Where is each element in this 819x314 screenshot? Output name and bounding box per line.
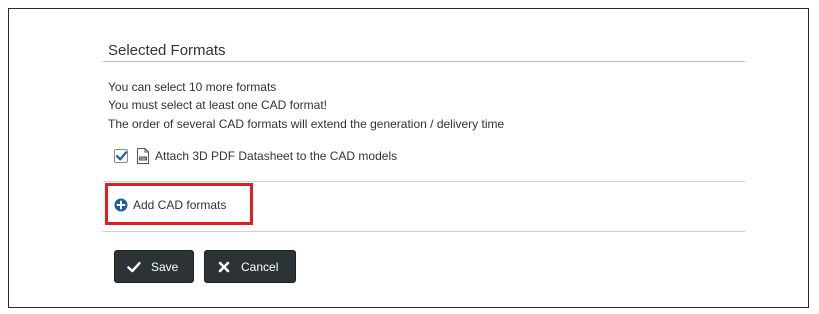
info-delivery-time: The order of several CAD formats will ex…: [108, 117, 505, 131]
add-cad-formats-label: Add CAD formats: [133, 198, 227, 212]
checkmark-icon: [115, 151, 127, 161]
attach-pdf-option[interactable]: PDF Attach 3D PDF Datasheet to the CAD m…: [114, 147, 397, 165]
save-button[interactable]: Save: [114, 250, 194, 283]
check-icon: [127, 260, 141, 274]
plus-circle-icon: [114, 198, 128, 212]
info-remaining-formats: You can select 10 more formats: [108, 80, 277, 94]
attach-pdf-label: Attach 3D PDF Datasheet to the CAD model…: [155, 149, 398, 163]
x-icon: [217, 260, 231, 274]
attach-pdf-checkbox[interactable]: [114, 149, 128, 163]
save-button-label: Save: [151, 259, 179, 274]
bottom-divider: [103, 231, 745, 232]
middle-divider: [103, 181, 745, 182]
main-frame: Selected Formats You can select 10 more …: [8, 8, 809, 308]
info-required-cad: You must select at least one CAD format!: [108, 98, 327, 112]
pdf-file-icon: PDF: [136, 148, 150, 164]
title-divider: [103, 61, 745, 62]
add-cad-formats-link[interactable]: Add CAD formats: [114, 198, 226, 212]
svg-text:PDF: PDF: [140, 157, 147, 161]
cancel-button[interactable]: Cancel: [204, 250, 296, 283]
section-title: Selected Formats: [108, 42, 226, 59]
cancel-button-label: Cancel: [241, 259, 279, 274]
selected-formats-panel: Selected Formats You can select 10 more …: [101, 9, 745, 307]
